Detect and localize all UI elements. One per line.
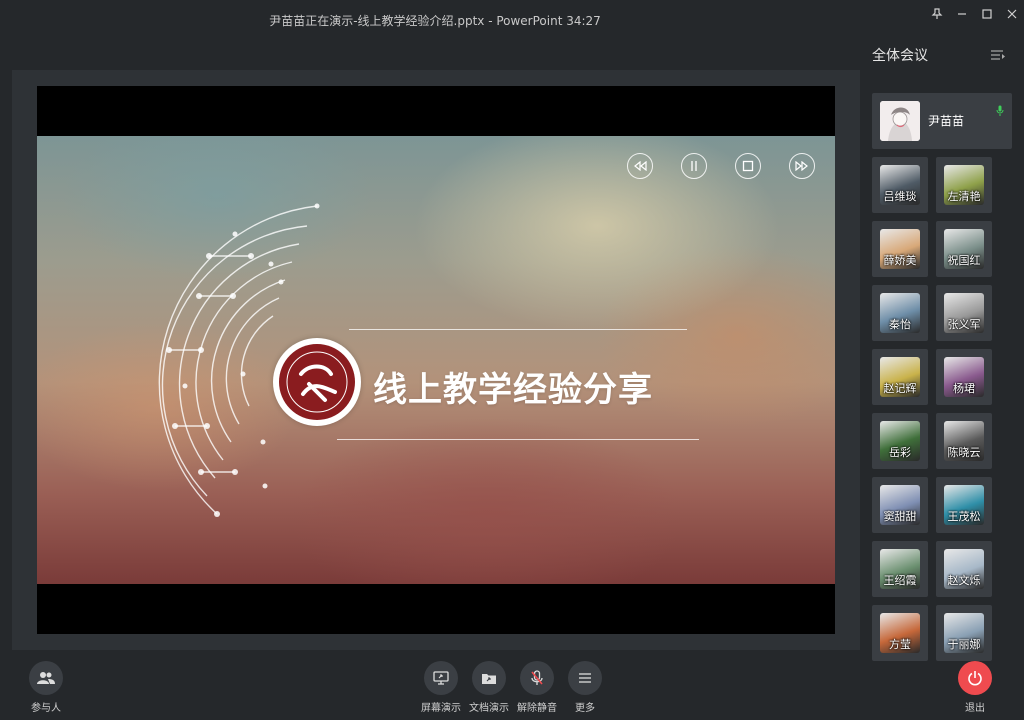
participant-tile[interactable]: 秦怡 <box>872 285 928 341</box>
participant-name: 陈晓云 <box>947 446 981 459</box>
fast-forward-button[interactable] <box>789 153 815 179</box>
pause-button[interactable] <box>681 153 707 179</box>
window-controls <box>870 0 1024 28</box>
rewind-icon <box>634 161 647 171</box>
unmute-button[interactable] <box>520 661 554 695</box>
participant-name: 赵文烁 <box>947 574 981 587</box>
fast-forward-icon <box>795 161 808 171</box>
university-logo <box>273 338 361 426</box>
power-icon <box>968 671 982 686</box>
participant-tile[interactable]: 左清艳 <box>936 157 992 213</box>
circuit-decoration <box>158 203 320 517</box>
participant-tile[interactable]: 岳彩 <box>872 413 928 469</box>
participant-name: 薛娇美 <box>883 254 917 267</box>
participant-tile[interactable]: 祝国红 <box>936 221 992 277</box>
participant-tile[interactable]: 赵文烁 <box>936 541 992 597</box>
participant-name: 岳彩 <box>889 446 911 459</box>
participant-name: 王茂松 <box>947 510 981 523</box>
host-name: 尹苗苗 <box>928 114 965 128</box>
panel-menu-button[interactable] <box>990 46 1006 65</box>
participant-name: 吕维琰 <box>883 190 917 203</box>
maximize-button[interactable] <box>974 1 999 27</box>
participants-label: 参与人 <box>31 703 61 714</box>
panel-title: 全体会议 <box>872 48 928 64</box>
menu-icon <box>579 673 591 683</box>
participant-name: 于丽娜 <box>947 638 981 651</box>
slide: 线上教学经验分享 <box>37 136 835 584</box>
window-title: 尹苗苗正在演示-线上教学经验介绍.pptx - PowerPoint 34:27 <box>269 13 601 28</box>
meeting-window: 尹苗苗正在演示-线上教学经验介绍.pptx - PowerPoint 34:27 <box>0 0 1024 720</box>
folder-share-icon <box>482 674 496 684</box>
list-icon <box>991 50 1005 60</box>
participant-name: 张义军 <box>947 318 981 331</box>
participant-tile[interactable]: 于丽娜 <box>936 605 992 661</box>
participant-name: 方莹 <box>889 638 911 651</box>
screen-share-button[interactable] <box>424 661 458 695</box>
stop-icon <box>742 160 754 172</box>
presentation-stage: 线上教学经验分享 <box>12 70 860 650</box>
participant-tile[interactable]: 陈晓云 <box>936 413 992 469</box>
minimize-icon <box>957 13 966 15</box>
participants-button[interactable] <box>29 661 63 695</box>
maximize-icon <box>981 9 992 19</box>
participant-name: 赵记辉 <box>883 382 917 395</box>
title-line-bottom <box>337 439 699 440</box>
participant-name: 杨珺 <box>953 382 975 395</box>
participant-name: 祝国红 <box>947 254 981 267</box>
participant-tile[interactable]: 杨珺 <box>936 349 992 405</box>
leave-button[interactable] <box>958 661 992 695</box>
avatar <box>880 101 920 141</box>
host-tile[interactable]: 尹苗苗 <box>872 93 1012 149</box>
close-button[interactable] <box>999 1 1024 27</box>
rewind-button[interactable] <box>627 153 653 179</box>
screen-share-icon <box>433 671 449 685</box>
participant-name: 左清艳 <box>947 190 981 203</box>
participant-tile[interactable]: 赵记辉 <box>872 349 928 405</box>
leave-label: 退出 <box>965 703 985 714</box>
title-line-top <box>349 329 687 330</box>
people-icon <box>37 672 55 684</box>
mic-muted-icon <box>531 670 543 685</box>
pause-icon <box>691 161 697 171</box>
participant-tile[interactable]: 王绍霞 <box>872 541 928 597</box>
presentation-controls <box>627 153 815 179</box>
participant-tile[interactable]: 方莹 <box>872 605 928 661</box>
mic-icon <box>996 105 1004 116</box>
participant-tile[interactable]: 王茂松 <box>936 477 992 533</box>
more-button[interactable] <box>568 661 602 695</box>
participant-tile[interactable]: 窦甜甜 <box>872 477 928 533</box>
pin-button[interactable] <box>924 1 949 27</box>
doc-share-button[interactable] <box>472 661 506 695</box>
host-mic-status <box>996 102 1004 121</box>
more-label: 更多 <box>575 703 595 714</box>
participant-panel: 全体会议 尹苗苗 吕维琰 左清艳 薛娇美 祝国红 秦怡 张义军 赵记辉 杨珺 岳彩 陈晓云 窦甜甜王… <box>870 28 1024 720</box>
pin-icon <box>931 8 942 19</box>
participant-name: 秦怡 <box>889 318 911 331</box>
participant-name: 窦甜甜 <box>883 510 917 523</box>
participant-tile[interactable]: 薛娇美 <box>872 221 928 277</box>
participant-tile[interactable]: 张义军 <box>936 285 992 341</box>
close-icon <box>1007 9 1016 19</box>
slide-title: 线上教学经验分享 <box>373 370 653 410</box>
slide-viewport: 线上教学经验分享 <box>37 86 835 634</box>
participant-tile[interactable]: 吕维琰 <box>872 157 928 213</box>
stop-button[interactable] <box>735 153 761 179</box>
participant-name: 王绍霞 <box>883 574 917 587</box>
minimize-button[interactable] <box>949 1 974 27</box>
